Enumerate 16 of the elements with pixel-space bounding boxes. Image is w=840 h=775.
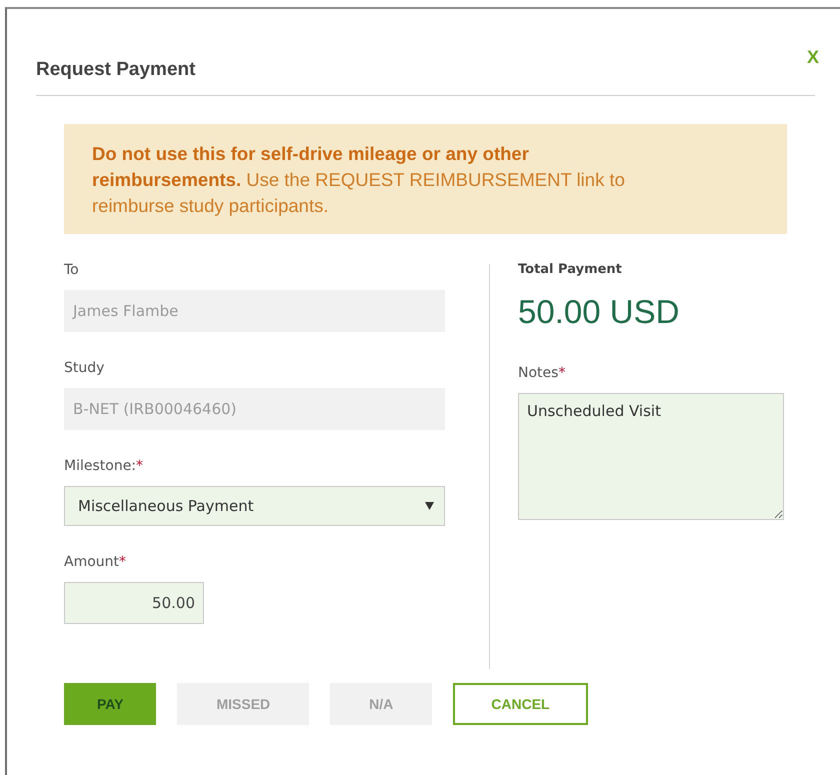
dropdown-caret-icon	[425, 502, 434, 510]
field-label: Study	[64, 360, 106, 376]
dialog-title: Request Payment	[36, 59, 196, 81]
total-amount: 50.00 USD	[518, 293, 680, 331]
field-label: To	[64, 262, 80, 278]
action-button[interactable]: CANCEL	[453, 683, 588, 725]
close-button[interactable]: X	[806, 47, 819, 68]
notes-field[interactable]: Unscheduled Visit	[518, 393, 784, 520]
total-label: Total Payment	[518, 262, 623, 277]
field-label: Amount*	[64, 554, 128, 570]
warning-message: Do not use this for self-drive mileage or any other reimbursements. Use the REQUEST REIMBURSEMENT link to reimburse study participants.	[64, 124, 787, 234]
field-label: Milestone:*	[64, 458, 144, 474]
notes-label: Notes*	[518, 365, 566, 381]
amount-field[interactable]: 50.00	[64, 582, 204, 624]
action-button[interactable]: PAY	[64, 683, 156, 725]
milestone-dropdown[interactable]: Miscellaneous Payment	[64, 486, 445, 526]
